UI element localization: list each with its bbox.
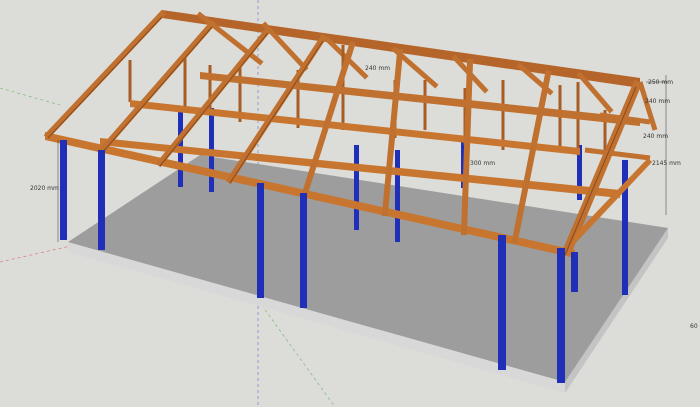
green-axis-line bbox=[0, 87, 61, 106]
side-height-label: 2145 mm bbox=[652, 160, 681, 167]
column-height-label: 2020 mm bbox=[30, 185, 59, 192]
edge-dimension-label: 60 bbox=[690, 323, 698, 330]
post bbox=[300, 193, 307, 308]
truss-dimension-5: 240 mm bbox=[643, 133, 668, 140]
post bbox=[571, 252, 578, 292]
post bbox=[498, 235, 506, 370]
post bbox=[98, 150, 105, 250]
post bbox=[354, 145, 359, 230]
sketchup-viewport[interactable]: 2020 mm 2145 mm 240 mm 250 mm 240 mm 300… bbox=[0, 0, 700, 407]
post bbox=[60, 140, 67, 240]
post bbox=[257, 183, 264, 298]
post bbox=[557, 248, 565, 383]
truss-dimension-1: 240 mm bbox=[365, 65, 390, 72]
truss-dimension-2: 250 mm bbox=[648, 79, 673, 86]
truss-dimension-3: 240 mm bbox=[645, 98, 670, 105]
model-canvas[interactable]: 2020 mm 2145 mm 240 mm 250 mm 240 mm 300… bbox=[0, 0, 700, 407]
truss-dimension-4: 300 mm bbox=[470, 160, 495, 167]
post bbox=[395, 150, 400, 242]
red-axis-line bbox=[0, 244, 76, 263]
